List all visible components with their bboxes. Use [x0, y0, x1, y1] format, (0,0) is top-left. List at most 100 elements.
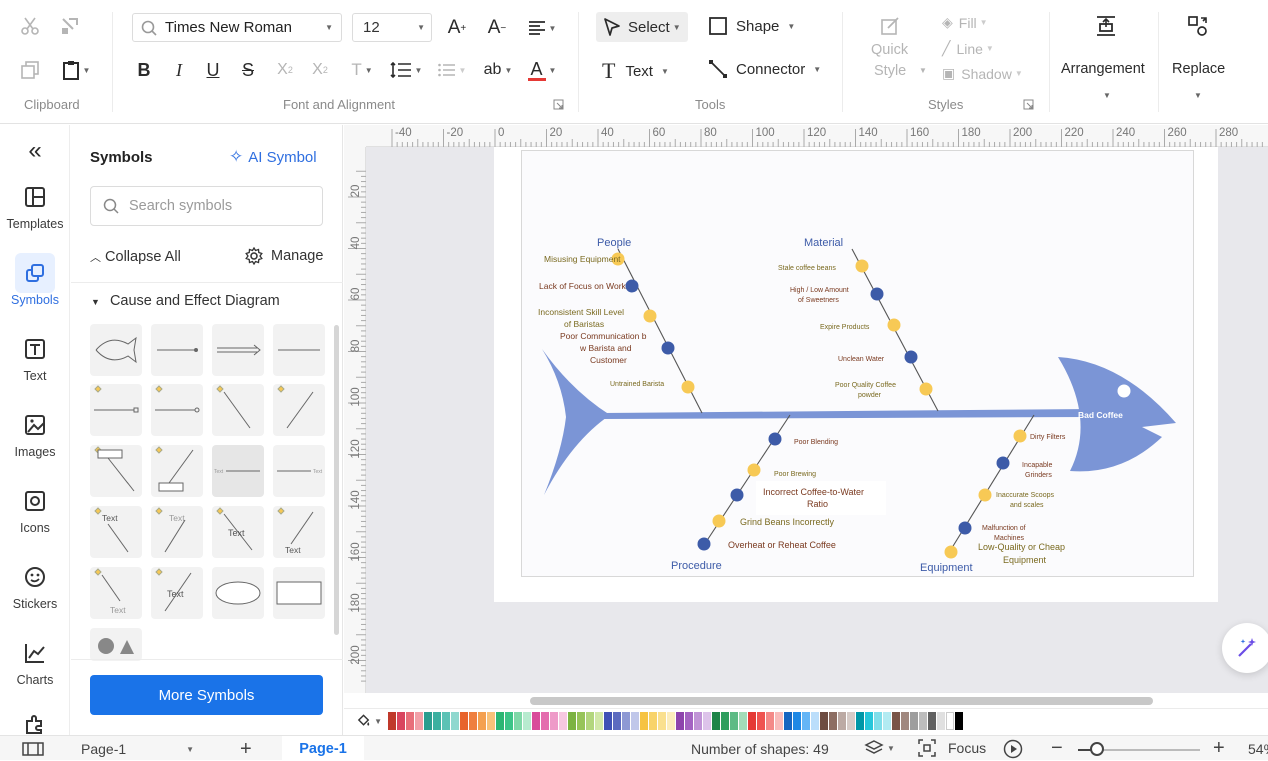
- replace-button[interactable]: Replace: [1172, 61, 1225, 77]
- symbol-fish-shape[interactable]: [90, 324, 142, 376]
- align-icon[interactable]: ▼: [524, 15, 560, 41]
- cause-dot[interactable]: [747, 463, 761, 477]
- cause-dot[interactable]: [996, 456, 1010, 470]
- color-swatch[interactable]: [388, 712, 396, 730]
- cut-icon[interactable]: [18, 14, 42, 38]
- color-swatch[interactable]: [766, 712, 774, 730]
- symbol-arrow-line[interactable]: [151, 324, 203, 376]
- copy-icon[interactable]: [18, 58, 42, 82]
- search-symbols-box[interactable]: [90, 186, 323, 226]
- page-tab-active[interactable]: Page-1: [282, 736, 364, 761]
- symbol-diagonal-line-2[interactable]: [273, 384, 325, 436]
- cause-dot[interactable]: [958, 521, 972, 535]
- cause-dot[interactable]: [681, 380, 695, 394]
- symbol-diagonal-caption[interactable]: Text: [90, 567, 142, 619]
- font-color-icon[interactable]: A ▼: [524, 56, 560, 84]
- text-tool-button[interactable]: T Text ▼: [602, 58, 669, 84]
- color-swatch[interactable]: [442, 712, 450, 730]
- cause-dot[interactable]: [712, 514, 726, 528]
- symbol-branch-line[interactable]: [90, 384, 142, 436]
- color-swatch[interactable]: [559, 712, 567, 730]
- cause-dot[interactable]: [661, 341, 675, 355]
- color-swatch[interactable]: [397, 712, 405, 730]
- cause-dot[interactable]: [978, 488, 992, 502]
- decrease-font-icon[interactable]: A −: [484, 15, 510, 41]
- expand-dialog-icon[interactable]: [552, 98, 564, 110]
- color-swatch[interactable]: [874, 712, 882, 730]
- color-swatch[interactable]: [721, 712, 729, 730]
- panel-scrollbar[interactable]: [334, 325, 339, 635]
- color-swatch[interactable]: [631, 712, 639, 730]
- color-swatch[interactable]: [703, 712, 711, 730]
- quick-style-icon[interactable]: [878, 14, 902, 38]
- symbol-text-diagonal[interactable]: Text: [90, 506, 142, 558]
- replace-icon[interactable]: [1186, 14, 1210, 38]
- color-swatch[interactable]: [838, 712, 846, 730]
- color-swatch[interactable]: [532, 712, 540, 730]
- cause-dot[interactable]: [697, 537, 711, 551]
- layers-icon[interactable]: ▼: [864, 739, 895, 757]
- rail-item-images[interactable]: Images: [0, 405, 70, 459]
- line-spacing-icon[interactable]: ▼: [386, 58, 426, 82]
- color-swatch[interactable]: [523, 712, 531, 730]
- symbol-diagonal-text[interactable]: Text: [212, 506, 264, 558]
- puzzle-icon[interactable]: [22, 713, 48, 735]
- zoom-in-button[interactable]: +: [1213, 737, 1225, 760]
- ai-magic-button[interactable]: [1222, 623, 1268, 673]
- color-swatch[interactable]: [505, 712, 513, 730]
- color-swatch[interactable]: [667, 712, 675, 730]
- color-swatch[interactable]: [586, 712, 594, 730]
- play-icon[interactable]: [1003, 739, 1023, 759]
- color-swatch[interactable]: [811, 712, 819, 730]
- color-swatch[interactable]: [955, 712, 963, 730]
- color-swatch[interactable]: [595, 712, 603, 730]
- cause-dot[interactable]: [643, 309, 657, 323]
- color-swatch[interactable]: [910, 712, 918, 730]
- rail-item-icons[interactable]: Icons: [0, 481, 70, 535]
- cause-dot[interactable]: [730, 488, 744, 502]
- color-swatch[interactable]: [730, 712, 738, 730]
- color-swatch[interactable]: [820, 712, 828, 730]
- cause-dot[interactable]: [855, 259, 869, 273]
- category-cause-effect[interactable]: ▼ Cause and Effect Diagram: [71, 282, 343, 309]
- fish-tail[interactable]: [542, 349, 610, 495]
- symbol-caption-diagonal[interactable]: Text: [151, 567, 203, 619]
- color-swatch[interactable]: [784, 712, 792, 730]
- color-swatch[interactable]: [937, 712, 945, 730]
- fill-button[interactable]: ◈ Fill ▼: [942, 14, 988, 31]
- more-symbols-button[interactable]: More Symbols: [90, 675, 323, 715]
- color-swatch[interactable]: [919, 712, 927, 730]
- color-swatch[interactable]: [424, 712, 432, 730]
- color-swatch[interactable]: [748, 712, 756, 730]
- paste-icon[interactable]: ▼: [58, 58, 94, 82]
- manage-button[interactable]: Manage: [245, 247, 323, 265]
- color-swatch[interactable]: [658, 712, 666, 730]
- color-swatch[interactable]: [865, 712, 873, 730]
- color-swatch[interactable]: [694, 712, 702, 730]
- line-button[interactable]: ╱ Line ▼: [942, 40, 994, 57]
- color-swatch[interactable]: [676, 712, 684, 730]
- symbol-shapes[interactable]: [90, 628, 142, 661]
- bullet-list-icon[interactable]: ▼: [434, 58, 470, 82]
- symbol-double-arrow[interactable]: [212, 324, 264, 376]
- color-swatch[interactable]: [793, 712, 801, 730]
- color-swatch[interactable]: [775, 712, 783, 730]
- fish-spine[interactable]: [602, 409, 1092, 419]
- color-swatch[interactable]: [460, 712, 468, 730]
- page-select[interactable]: Page-1 ▼: [81, 741, 194, 757]
- color-swatch[interactable]: [739, 712, 747, 730]
- color-swatch[interactable]: [622, 712, 630, 730]
- select-tool-button[interactable]: Select ▼: [596, 12, 688, 42]
- connector-tool-button[interactable]: Connector ▼: [708, 59, 821, 79]
- zoom-slider-thumb[interactable]: [1090, 742, 1104, 756]
- color-swatch[interactable]: [487, 712, 495, 730]
- color-swatch[interactable]: [829, 712, 837, 730]
- page-layout-icon[interactable]: [22, 742, 44, 756]
- color-swatch[interactable]: [946, 712, 954, 730]
- color-swatch[interactable]: [568, 712, 576, 730]
- color-swatch[interactable]: [433, 712, 441, 730]
- color-swatch[interactable]: [577, 712, 585, 730]
- ai-symbol-button[interactable]: ✧ AI Symbol: [229, 147, 317, 167]
- symbol-line-text[interactable]: Text: [273, 445, 325, 497]
- symbol-diagonal-text-2[interactable]: Text: [273, 506, 325, 558]
